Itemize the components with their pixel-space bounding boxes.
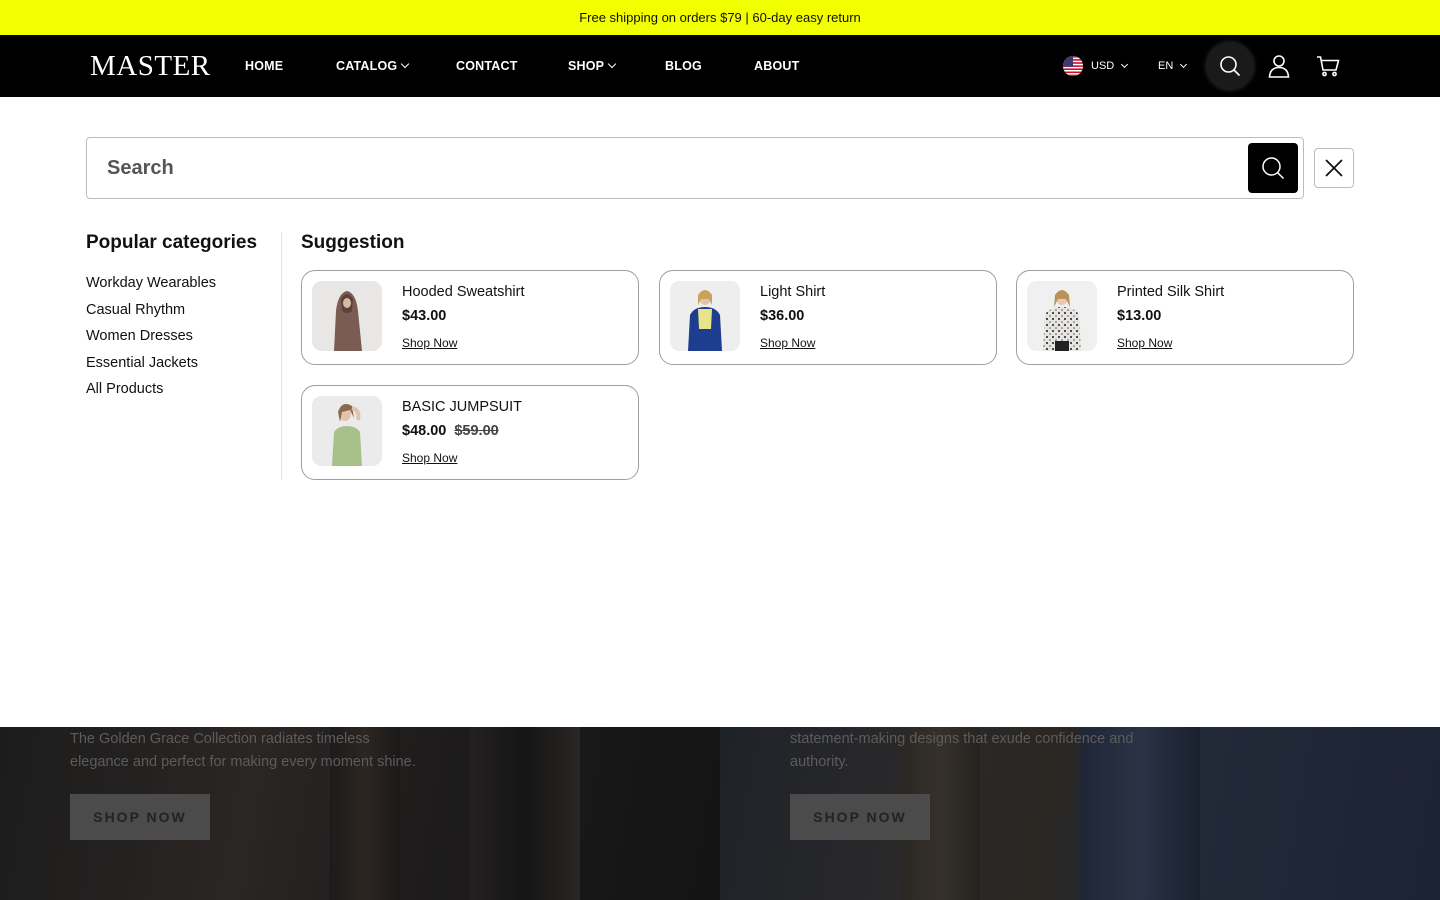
us-flag-icon (1063, 56, 1083, 76)
shop-now-link[interactable]: Shop Now (1117, 336, 1172, 350)
product-price: $36.00 (760, 308, 805, 324)
compare-at-price: $59.00 (454, 423, 499, 439)
product-name: Light Shirt (760, 284, 826, 300)
product-name: Hooded Sweatshirt (402, 284, 525, 300)
search-input[interactable] (107, 138, 1237, 198)
chevron-down-icon (607, 59, 617, 69)
hero-banners: The Golden Grace Collection radiates tim… (0, 727, 1440, 900)
product-price: $48.00 $59.00 (402, 423, 499, 439)
announcement-bar: Free shipping on orders $79 | 60-day eas… (0, 0, 1440, 35)
hero-right-shop-now-button[interactable]: SHOP NOW (790, 794, 930, 840)
panel-divider (281, 232, 282, 480)
user-icon (1268, 55, 1290, 78)
nav-home[interactable]: HOME (245, 35, 283, 97)
account-button[interactable] (1256, 43, 1302, 89)
product-price: $43.00 (402, 308, 447, 324)
category-link-essential-jackets[interactable]: Essential Jackets (86, 350, 216, 377)
chevron-down-icon (1121, 60, 1129, 69)
category-link-all-products[interactable]: All Products (86, 376, 216, 403)
product-name: Printed Silk Shirt (1117, 284, 1225, 300)
chevron-down-icon (1180, 60, 1188, 69)
currency-selector[interactable]: USD (1091, 35, 1129, 97)
category-link-casual-rhythm[interactable]: Casual Rhythm (86, 297, 216, 324)
search-bar (86, 137, 1304, 199)
search-submit-button[interactable] (1248, 143, 1298, 193)
product-name: BASIC JUMPSUIT (402, 399, 523, 415)
product-thumbnail (1027, 281, 1097, 351)
cart-button[interactable] (1305, 43, 1351, 89)
product-card-hooded-sweatshirt[interactable]: Hooded Sweatshirt $43.00 Shop Now (301, 270, 639, 365)
product-card-light-shirt[interactable]: Light Shirt $36.00 Shop Now (659, 270, 997, 365)
chevron-down-icon (401, 59, 410, 69)
search-icon (1262, 157, 1285, 180)
product-card-basic-jumpsuit[interactable]: BASIC JUMPSUIT $48.00 $59.00 Shop Now (301, 385, 639, 480)
category-list: Workday Wearables Casual Rhythm Women Dr… (86, 270, 216, 403)
close-icon (1325, 159, 1343, 177)
hero-banner-left: The Golden Grace Collection radiates tim… (0, 727, 720, 900)
announcement-text: Free shipping on orders $79 | 60-day eas… (579, 10, 861, 25)
cart-icon (1317, 56, 1340, 77)
category-link-women-dresses[interactable]: Women Dresses (86, 323, 216, 350)
store-logo[interactable]: MASTER (90, 49, 211, 83)
product-thumbnail (312, 396, 382, 466)
nav-contact[interactable]: CONTACT (456, 35, 518, 97)
hero-right-text: statement-making designs that exude conf… (790, 731, 1134, 770)
hero-banner-right: statement-making designs that exude conf… (720, 727, 1440, 900)
search-icon (1220, 56, 1241, 77)
nav-blog[interactable]: BLOG (665, 35, 702, 97)
product-card-printed-silk-shirt[interactable]: Printed Silk Shirt $13.00 Shop Now (1016, 270, 1354, 365)
category-link-workday-wearables[interactable]: Workday Wearables (86, 270, 216, 297)
nav-about[interactable]: ABOUT (754, 35, 799, 97)
product-thumbnail (312, 281, 382, 351)
shop-now-link[interactable]: Shop Now (402, 451, 457, 465)
suggestion-heading: Suggestion (301, 232, 405, 253)
language-selector[interactable]: EN (1158, 35, 1188, 97)
hero-left-shop-now-button[interactable]: SHOP NOW (70, 794, 210, 840)
hero-image-decor (470, 727, 580, 900)
nav-shop[interactable]: SHOP (568, 35, 617, 97)
shop-now-link[interactable]: Shop Now (402, 336, 457, 350)
close-search-button[interactable] (1314, 148, 1354, 188)
product-price: $13.00 (1117, 308, 1162, 324)
shop-now-link[interactable]: Shop Now (760, 336, 815, 350)
header-search-button[interactable] (1207, 43, 1253, 89)
nav-catalog[interactable]: CATALOG (336, 35, 410, 97)
popular-categories-heading: Popular categories (86, 232, 258, 253)
product-thumbnail (670, 281, 740, 351)
site-header: MASTER HOME CATALOG CONTACT SHOP BLOG AB… (0, 35, 1440, 97)
hero-left-text: The Golden Grace Collection radiates tim… (70, 731, 416, 770)
